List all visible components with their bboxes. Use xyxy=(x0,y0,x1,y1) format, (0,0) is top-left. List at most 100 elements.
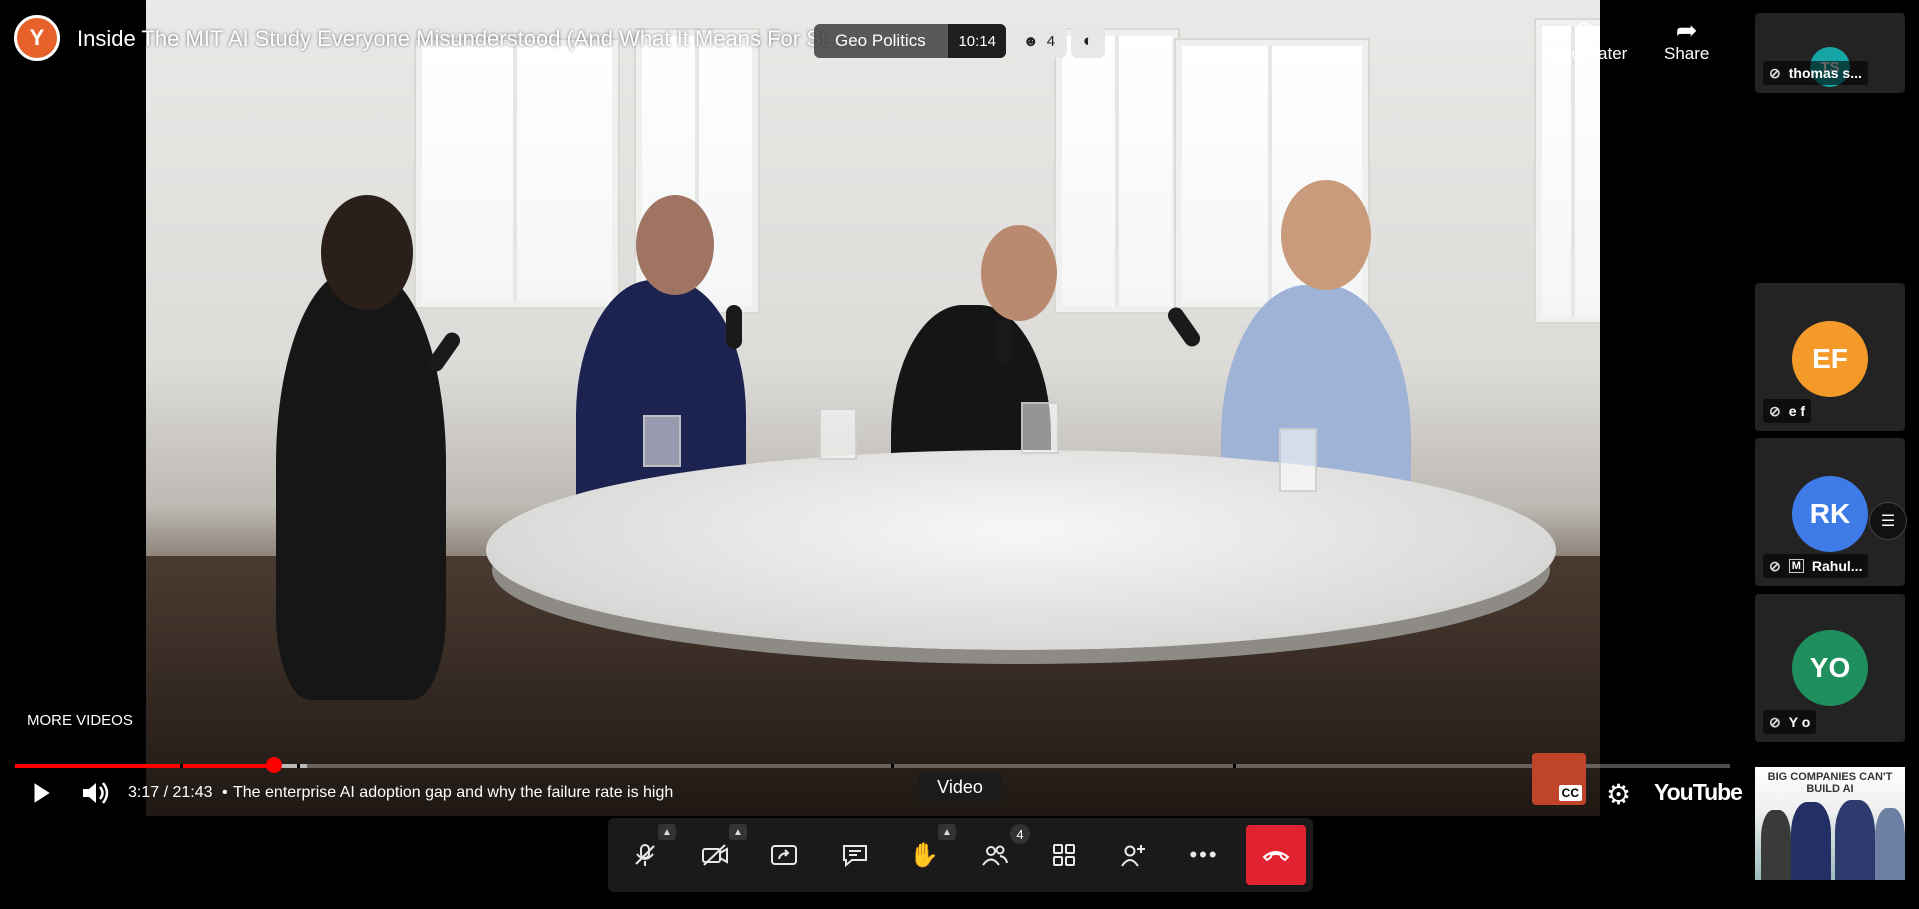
end-call-button[interactable] xyxy=(1246,825,1306,885)
time-display: 3:17 / 21:43 xyxy=(128,784,213,801)
network-speed-button[interactable]: ◐ xyxy=(1071,24,1105,58)
settings-gear-icon[interactable]: ⚙ xyxy=(1606,778,1631,811)
mic-muted-icon: ⊘ xyxy=(1769,402,1781,419)
video-title[interactable]: Inside The MIT AI Study Everyone Misunde… xyxy=(77,26,845,52)
mic-muted-icon: ⊘ xyxy=(1769,557,1781,574)
chapter-divider xyxy=(297,764,300,768)
volume-button[interactable] xyxy=(80,778,110,808)
thumbnail-caption: BIG COMPANIES CAN'T BUILD AI xyxy=(1767,771,1893,795)
progress-played xyxy=(15,764,274,768)
invite-button[interactable] xyxy=(1113,835,1153,875)
video-frame[interactable] xyxy=(146,0,1600,816)
cc-label: CC xyxy=(1558,785,1582,801)
video-player[interactable]: Y Inside The MIT AI Study Everyone Misun… xyxy=(0,0,1745,820)
window xyxy=(1056,30,1178,312)
participant-name: Rahul... xyxy=(1811,558,1863,574)
more-options-button[interactable]: ••• xyxy=(1184,835,1224,875)
share-button[interactable]: ➦ Share xyxy=(1664,16,1709,64)
participant-tile-ts[interactable]: TS ⊘ thomas s... xyxy=(1755,13,1905,93)
mic-off-icon xyxy=(635,844,655,866)
mic-options-caret[interactable]: ▲ xyxy=(658,824,676,840)
person xyxy=(276,270,446,700)
person-head xyxy=(636,195,714,295)
raise-hand-icon: ✋ xyxy=(909,841,939,869)
avatar: EF xyxy=(1792,321,1868,397)
microphone xyxy=(1164,304,1204,350)
participant-count-pill[interactable]: ☻ 4 xyxy=(1011,24,1067,58)
ellipsis-icon: ••• xyxy=(1189,842,1219,867)
video-tooltip: Video xyxy=(918,772,1002,802)
chat-icon xyxy=(843,845,867,868)
participant-count: 4 xyxy=(1046,32,1056,50)
chapter-divider xyxy=(891,764,894,768)
watch-later-button[interactable]: ◷ Watch later xyxy=(1542,16,1627,64)
water-glass xyxy=(1279,428,1317,492)
play-icon xyxy=(34,783,50,803)
mic-muted-icon: ⊘ xyxy=(1769,713,1781,730)
raise-hand-button[interactable]: ✋ xyxy=(904,835,944,875)
share-arrow-icon: ➦ xyxy=(1675,15,1698,45)
microphone xyxy=(726,305,742,349)
water-glass xyxy=(643,415,681,467)
share-label: Share xyxy=(1664,44,1710,63)
chat-button[interactable] xyxy=(835,835,875,875)
participant-name-tag: ⊘ thomas s... xyxy=(1763,61,1868,85)
play-button[interactable] xyxy=(28,778,54,808)
meeting-elapsed: 10:14 xyxy=(948,24,1006,58)
avatar: RK xyxy=(1792,476,1868,552)
clock-icon: ◷ xyxy=(1573,15,1597,45)
youtube-logo[interactable]: YouTube xyxy=(1654,779,1743,806)
captions-button[interactable]: CC xyxy=(1532,753,1586,805)
thumbnail-person xyxy=(1791,802,1831,880)
reactions-caret[interactable]: ▲ xyxy=(938,824,956,840)
video-off-icon xyxy=(702,844,728,866)
microphone xyxy=(996,320,1012,364)
window xyxy=(416,40,618,307)
speedometer-icon: ◐ xyxy=(1082,31,1094,50)
share-screen-button[interactable] xyxy=(764,835,804,875)
participant-name: Y o xyxy=(1788,714,1811,730)
stop-video-button[interactable] xyxy=(695,835,735,875)
participant-name-tag: ⊘ e f xyxy=(1763,399,1812,423)
water-glass xyxy=(1021,402,1059,454)
progress-scrubber[interactable] xyxy=(265,757,282,773)
participants-badge: 4 xyxy=(1010,824,1030,844)
mic-muted-icon: ⊘ xyxy=(1769,64,1781,81)
host-badge: M xyxy=(1788,559,1804,573)
person-head xyxy=(321,195,413,310)
watch-later-label: Watch later xyxy=(1542,44,1628,63)
participants-button[interactable] xyxy=(975,835,1015,875)
meeting-title: Geo Politics xyxy=(835,31,926,50)
water-glass xyxy=(819,408,857,460)
meeting-info-pill[interactable]: Geo Politics 10:14 xyxy=(814,24,1006,58)
person-head xyxy=(981,225,1057,321)
more-videos-button[interactable]: MORE VIDEOS xyxy=(27,712,133,729)
round-table xyxy=(486,450,1556,650)
participant-options-icon[interactable]: ☰ xyxy=(1869,502,1907,540)
chapter-title[interactable]: The enterprise AI adoption gap and why t… xyxy=(233,778,673,808)
shared-video-thumbnail[interactable]: BIG COMPANIES CAN'T BUILD AI xyxy=(1755,767,1905,880)
avatar: YO xyxy=(1792,630,1868,706)
participant-name-tag: ⊘ M Rahul... xyxy=(1763,554,1869,578)
meeting-toolbar: ▲ ▲ ✋ ▲ 4 ••• xyxy=(608,818,1313,892)
video-options-caret[interactable]: ▲ xyxy=(729,824,747,840)
window xyxy=(1536,20,1600,322)
grid-icon xyxy=(1053,844,1075,866)
participant-tile-ef[interactable]: EF ⊘ e f xyxy=(1755,283,1905,431)
participant-tile-yo[interactable]: YO ⊘ Y o xyxy=(1755,594,1905,742)
hang-up-icon xyxy=(1262,851,1290,862)
participant-name-tag: ⊘ Y o xyxy=(1763,710,1817,734)
volume-icon xyxy=(83,782,109,804)
person-head xyxy=(1281,180,1371,290)
chapter-divider xyxy=(1233,764,1236,768)
chapter-divider xyxy=(180,764,183,768)
channel-avatar[interactable]: Y xyxy=(14,15,60,61)
thumbnail-person xyxy=(1835,800,1875,880)
channel-avatar-letter: Y xyxy=(29,25,45,50)
share-screen-icon xyxy=(771,845,797,865)
participant-name: e f xyxy=(1788,403,1806,419)
participant-name: thomas s... xyxy=(1788,65,1862,81)
layout-grid-button[interactable] xyxy=(1044,835,1084,875)
chapter-separator: • xyxy=(222,784,228,801)
mute-mic-button[interactable] xyxy=(625,835,665,875)
